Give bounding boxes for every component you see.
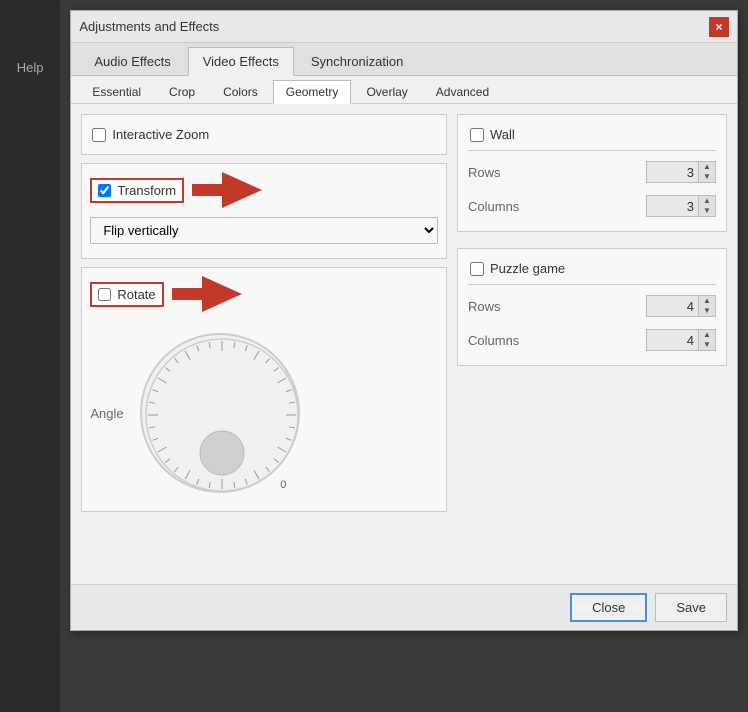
puzzle-row: Puzzle game <box>468 257 716 280</box>
dialog-footer: Close Save <box>71 584 737 630</box>
puzzle-columns-spinbox[interactable]: 4 ▲ ▼ <box>646 329 716 351</box>
transform-arrow-icon <box>192 172 262 211</box>
transform-section: Transform Flip vertically Flip horizonta… <box>81 163 447 259</box>
wall-row: Wall <box>468 123 716 146</box>
rotate-checkbox[interactable] <box>98 288 111 301</box>
wall-divider <box>468 150 716 151</box>
wall-rows-value: 3 <box>647 163 698 182</box>
tab-overlay[interactable]: Overlay <box>353 80 420 103</box>
content-area: Interactive Zoom Transform <box>71 104 737 584</box>
wall-columns-spinbox[interactable]: 3 ▲ ▼ <box>646 195 716 217</box>
angle-knob-section: Angle <box>90 323 438 503</box>
help-sidebar: Help <box>0 0 60 712</box>
tab-crop[interactable]: Crop <box>156 80 208 103</box>
puzzle-columns-increment[interactable]: ▲ <box>699 330 715 340</box>
sub-tabs: Essential Crop Colors Geometry Overlay A… <box>71 76 737 104</box>
puzzle-columns-spinbox-btns: ▲ ▼ <box>698 330 715 350</box>
rotate-highlight: Rotate <box>90 282 163 307</box>
puzzle-rows-spinbox[interactable]: 4 ▲ ▼ <box>646 295 716 317</box>
wall-rows-increment[interactable]: ▲ <box>699 162 715 172</box>
right-panel: Wall Rows 3 ▲ ▼ Columns <box>457 114 727 574</box>
puzzle-rows-decrement[interactable]: ▼ <box>699 306 715 316</box>
dialog-title: Adjustments and Effects <box>79 19 219 34</box>
puzzle-divider <box>468 284 716 285</box>
knob-zero-label: 0 <box>280 479 286 491</box>
transform-checkbox[interactable] <box>98 184 111 197</box>
wall-rows-label: Rows <box>468 165 501 180</box>
rotate-label[interactable]: Rotate <box>117 287 155 302</box>
transform-highlight: Transform <box>90 178 184 203</box>
wall-columns-decrement[interactable]: ▼ <box>699 206 715 216</box>
interactive-zoom-row: Interactive Zoom <box>90 123 438 146</box>
rotate-arrow-icon <box>172 276 242 315</box>
save-button[interactable]: Save <box>655 593 727 622</box>
tab-colors[interactable]: Colors <box>210 80 271 103</box>
puzzle-columns-value: 4 <box>647 331 698 350</box>
main-tabs: Audio Effects Video Effects Synchronizat… <box>71 43 737 76</box>
puzzle-columns-row: Columns 4 ▲ ▼ <box>468 323 716 357</box>
tab-advanced[interactable]: Advanced <box>423 80 502 103</box>
interactive-zoom-section: Interactive Zoom <box>81 114 447 155</box>
tab-geometry[interactable]: Geometry <box>273 80 352 104</box>
rotate-row: Rotate <box>90 276 438 315</box>
dialog: Adjustments and Effects × Audio Effects … <box>70 10 738 631</box>
wall-columns-row: Columns 3 ▲ ▼ <box>468 189 716 223</box>
wall-section: Wall Rows 3 ▲ ▼ Columns <box>457 114 727 232</box>
tab-video-effects[interactable]: Video Effects <box>188 47 294 76</box>
flip-dropdown[interactable]: Flip vertically Flip horizontally None <box>90 217 438 244</box>
close-button[interactable]: × <box>709 17 729 37</box>
dialog-titlebar: Adjustments and Effects × <box>71 11 737 43</box>
rotate-section: Rotate Angle <box>81 267 447 512</box>
transform-label[interactable]: Transform <box>117 183 176 198</box>
puzzle-rows-row: Rows 4 ▲ ▼ <box>468 289 716 323</box>
wall-rows-spinbox[interactable]: 3 ▲ ▼ <box>646 161 716 183</box>
puzzle-rows-increment[interactable]: ▲ <box>699 296 715 306</box>
wall-rows-row: Rows 3 ▲ ▼ <box>468 155 716 189</box>
tab-synchronization[interactable]: Synchronization <box>296 47 419 75</box>
angle-knob[interactable]: 0 <box>140 333 300 493</box>
wall-rows-spinbox-btns: ▲ ▼ <box>698 162 715 182</box>
puzzle-columns-decrement[interactable]: ▼ <box>699 340 715 350</box>
knob-ticks-svg <box>142 335 302 495</box>
wall-columns-value: 3 <box>647 197 698 216</box>
puzzle-section: Puzzle game Rows 4 ▲ ▼ Columns <box>457 248 727 366</box>
wall-rows-decrement[interactable]: ▼ <box>699 172 715 182</box>
puzzle-rows-spinbox-btns: ▲ ▼ <box>698 296 715 316</box>
help-label[interactable]: Help <box>17 60 44 75</box>
knob-outer <box>140 333 300 493</box>
puzzle-label[interactable]: Puzzle game <box>490 261 565 276</box>
tab-audio-effects[interactable]: Audio Effects <box>79 47 185 75</box>
interactive-zoom-checkbox[interactable] <box>92 128 106 142</box>
left-panel: Interactive Zoom Transform <box>81 114 447 574</box>
puzzle-rows-label: Rows <box>468 299 501 314</box>
wall-columns-spinbox-btns: ▲ ▼ <box>698 196 715 216</box>
angle-label: Angle <box>90 406 130 421</box>
close-dialog-button[interactable]: Close <box>570 593 647 622</box>
puzzle-checkbox[interactable] <box>470 262 484 276</box>
transform-row: Transform <box>90 172 438 211</box>
puzzle-columns-label: Columns <box>468 333 519 348</box>
flip-dropdown-row: Flip vertically Flip horizontally None <box>90 217 438 244</box>
wall-label[interactable]: Wall <box>490 127 515 142</box>
puzzle-rows-value: 4 <box>647 297 698 316</box>
tab-essential[interactable]: Essential <box>79 80 154 103</box>
wall-checkbox[interactable] <box>470 128 484 142</box>
wall-columns-increment[interactable]: ▲ <box>699 196 715 206</box>
interactive-zoom-label[interactable]: Interactive Zoom <box>112 127 209 142</box>
wall-columns-label: Columns <box>468 199 519 214</box>
